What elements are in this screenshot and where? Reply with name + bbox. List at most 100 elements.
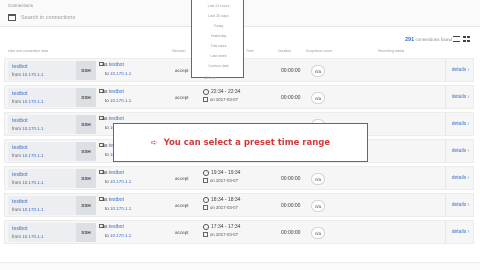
to-label: to (105, 179, 109, 184)
target-username[interactable]: testbot (109, 116, 124, 122)
from-ip[interactable]: 10.170.1.1 (22, 234, 43, 239)
source-ip: from 10.170.1.1 (12, 126, 44, 131)
user-cell: testbot from 10.170.1.1 SSH (8, 142, 96, 161)
clock-icon (203, 224, 209, 230)
from-ip[interactable]: 10.170.1.1 (22, 72, 43, 77)
protocol-badge: SSH (76, 196, 96, 215)
calendar-icon (203, 97, 208, 102)
user-cell: testbot from 10.170.1.1 SSH (8, 196, 96, 215)
list-view-icon[interactable] (453, 36, 460, 42)
target-user: as testbot (98, 89, 131, 95)
duration-value: 00:00:00 (281, 203, 301, 209)
details-link[interactable]: details › (445, 59, 475, 81)
suspicious-score: n/a (311, 65, 325, 77)
from-ip[interactable]: 10.170.1.1 (22, 126, 43, 131)
details-link[interactable]: details › (445, 221, 475, 243)
from-label: from (12, 126, 21, 131)
to-ip[interactable]: 10.170.1.1 (110, 98, 131, 103)
to-label: to (105, 206, 109, 211)
target-username[interactable]: testbot (109, 62, 124, 68)
search-input[interactable]: Search in connections (8, 12, 178, 23)
user-name[interactable]: testbot (12, 226, 28, 232)
target-username[interactable]: testbot (109, 224, 124, 230)
hit-count: 291 (405, 37, 415, 43)
from-ip[interactable]: 10.170.1.1 (22, 207, 43, 212)
duration-value: 00:00:00 (281, 95, 301, 101)
target-username[interactable]: testbot (109, 170, 124, 176)
time-option[interactable]: Custom date (192, 64, 245, 68)
as-label: as (102, 170, 108, 176)
protocol-badge: SSH (76, 61, 96, 80)
user-cell: testbot from 10.170.1.1 SSH (8, 88, 96, 107)
protocol-badge: SSH (76, 115, 96, 134)
user-name[interactable]: testbot (12, 118, 28, 124)
decision-value: accept (175, 230, 189, 235)
time-range: 19:34 - 19:34 (211, 170, 241, 176)
col-time: Time (246, 49, 254, 53)
suspicious-score: n/a (311, 227, 325, 239)
target-cell: as testbotto 10.170.1.1 (98, 197, 131, 211)
target-cell: as testbotto 10.170.1.1 (98, 170, 131, 184)
as-label: as (102, 197, 108, 203)
date-value: on 2017-03-07 (210, 178, 238, 183)
user-name[interactable]: testbot (12, 145, 28, 151)
target-username[interactable]: testbot (109, 197, 124, 203)
col-user: User and connection data (8, 49, 48, 53)
col-score: Suspicious score (306, 49, 333, 53)
dropdown-all-time[interactable]: All time (204, 76, 216, 80)
target-user: as testbot (98, 170, 131, 176)
source-ip: from 10.170.1.1 (12, 153, 44, 158)
date-value: on 2017-03-07 (210, 232, 238, 237)
details-link[interactable]: details › (445, 113, 475, 135)
to-ip[interactable]: 10.170.1.1 (110, 71, 131, 76)
details-link[interactable]: details › (445, 140, 475, 162)
from-ip[interactable]: 10.170.1.1 (22, 153, 43, 158)
bottom-bar (0, 262, 480, 270)
to-label: to (105, 152, 109, 157)
protocol-badge: SSH (76, 223, 96, 242)
calendar-icon[interactable] (8, 14, 16, 21)
time-option[interactable]: Last week (192, 54, 245, 58)
table-row[interactable]: testbotfrom 10.170.1.1SSH as testbotto 1… (4, 85, 474, 109)
details-link[interactable]: details › (445, 167, 475, 189)
user-cell: testbot from 10.170.1.1 SSH (8, 115, 96, 134)
time-option[interactable]: Last 30 days (192, 14, 245, 18)
table-row[interactable]: testbotfrom 10.170.1.1SSH as testbotto 1… (4, 166, 474, 190)
from-ip[interactable]: 10.170.1.1 (22, 180, 43, 185)
user-name[interactable]: testbot (12, 91, 28, 97)
time-cell: 17:34 - 17:34 on 2017-03-07 (203, 224, 240, 237)
col-duration: Duration (278, 49, 292, 53)
duration-value: 00:00:00 (281, 68, 301, 74)
time-range-dropdown[interactable]: Last 24 hours Last 30 days Today Yesterday T… (191, 0, 244, 78)
col-recording: Recording status (378, 49, 405, 53)
to-ip[interactable]: 10.170.1.1 (110, 179, 131, 184)
tutorial-callout: ➪ You can select a preset time range (113, 123, 368, 162)
user-name[interactable]: testbot (12, 199, 28, 205)
time-option[interactable]: Last 24 hours (192, 4, 245, 8)
to-ip[interactable]: 10.170.1.1 (110, 233, 131, 238)
calendar-icon (203, 205, 208, 210)
decision-value: accept (175, 68, 189, 73)
to-ip[interactable]: 10.170.1.1 (110, 206, 131, 211)
as-label: as (102, 89, 108, 95)
time-option[interactable]: This week (192, 44, 245, 48)
time-option[interactable]: Today (192, 24, 245, 28)
to-label: to (105, 71, 109, 76)
decision-value: accept (175, 176, 189, 181)
user-name[interactable]: testbot (12, 64, 28, 70)
callout-text: You can select a preset time range (163, 137, 331, 148)
filter-label: Connections (8, 3, 34, 8)
target-cell: as testbotto 10.170.1.1 (98, 89, 131, 103)
table-row[interactable]: testbotfrom 10.170.1.1SSH as testbotto 1… (4, 220, 474, 244)
from-ip[interactable]: 10.170.1.1 (22, 99, 43, 104)
target-ip: to 10.170.1.1 (105, 233, 131, 238)
time-option[interactable]: Yesterday (192, 34, 245, 38)
target-username[interactable]: testbot (109, 89, 124, 95)
details-link[interactable]: details › (445, 194, 475, 216)
target-user: as testbot (98, 116, 131, 122)
table-row[interactable]: testbotfrom 10.170.1.1SSH as testbotto 1… (4, 193, 474, 217)
grid-view-icon[interactable] (463, 36, 470, 42)
user-name[interactable]: testbot (12, 172, 28, 178)
details-link[interactable]: details › (445, 86, 475, 108)
arrow-right-icon: ➪ (150, 138, 158, 147)
